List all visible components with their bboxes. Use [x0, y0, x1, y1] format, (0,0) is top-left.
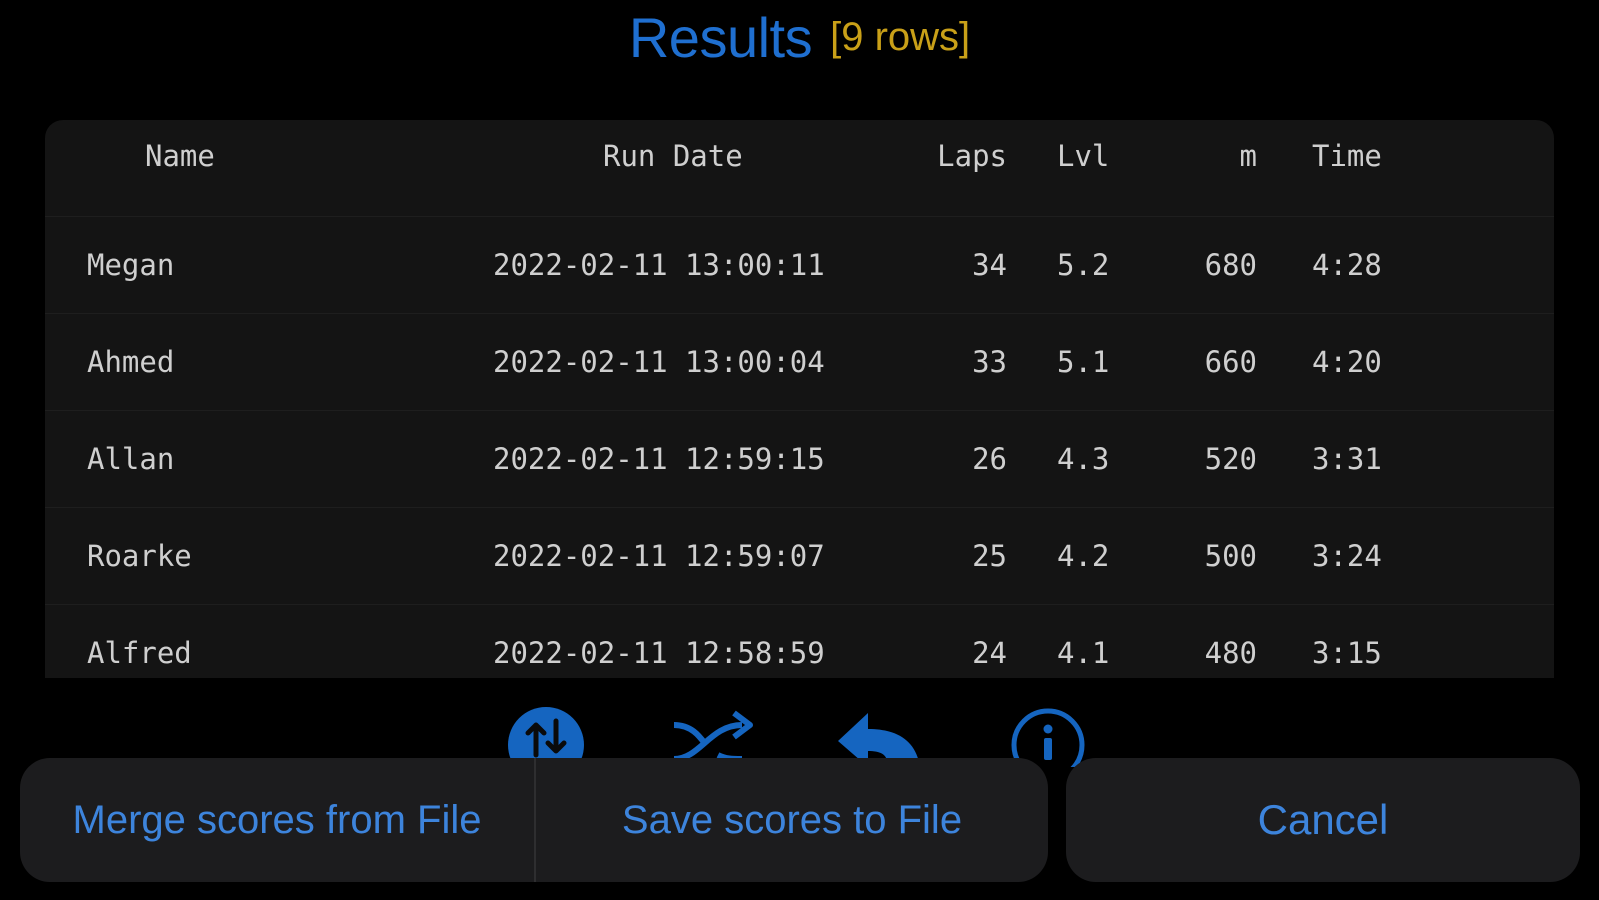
column-header-lvl[interactable]: Lvl	[1057, 120, 1109, 204]
page-title: Results	[628, 5, 813, 69]
save-scores-button[interactable]: Save scores to File	[536, 758, 1048, 882]
cancel-button[interactable]: Cancel	[1066, 758, 1580, 882]
cell-m: 500	[1204, 539, 1257, 573]
cell-run-date: 2022-02-11 13:00:11	[493, 248, 825, 282]
results-grid: Name Run Date Laps Lvl m Time Megan 2022…	[45, 120, 1554, 678]
cell-laps: 24	[972, 636, 1007, 670]
cell-run-date: 2022-02-11 12:59:15	[493, 442, 825, 476]
table-row[interactable]: Megan 2022-02-11 13:00:11 34 5.2 680 4:2…	[45, 216, 1554, 313]
cell-time: 4:28	[1312, 248, 1382, 282]
results-table[interactable]: Name Run Date Laps Lvl m Time Megan 2022…	[45, 120, 1554, 678]
cell-lvl: 5.1	[1057, 345, 1110, 379]
table-row[interactable]: Allan 2022-02-11 12:59:15 26 4.3 520 3:3…	[45, 410, 1554, 507]
cell-name: Allan	[87, 442, 175, 476]
cell-m: 680	[1204, 248, 1257, 282]
cell-name: Ahmed	[87, 345, 175, 379]
cell-laps: 25	[972, 539, 1007, 573]
table-row[interactable]: Ahmed 2022-02-11 13:00:04 33 5.1 660 4:2…	[45, 313, 1554, 410]
cell-m: 520	[1204, 442, 1257, 476]
cell-run-date: 2022-02-11 13:00:04	[493, 345, 825, 379]
column-header-time[interactable]: Time	[1312, 120, 1382, 204]
cell-name: Alfred	[87, 636, 192, 670]
cancel-sheet: Cancel	[1066, 758, 1580, 882]
cell-laps: 26	[972, 442, 1007, 476]
cell-m: 660	[1204, 345, 1257, 379]
table-row[interactable]: Roarke 2022-02-11 12:59:07 25 4.2 500 3:…	[45, 507, 1554, 604]
cell-laps: 34	[972, 248, 1007, 282]
cell-run-date: 2022-02-11 12:58:59	[493, 636, 825, 670]
cell-time: 3:31	[1312, 442, 1382, 476]
cell-run-date: 2022-02-11 12:59:07	[493, 539, 825, 573]
column-header-name[interactable]: Name	[145, 120, 215, 204]
column-header-m[interactable]: m	[1240, 120, 1257, 204]
cell-name: Roarke	[87, 539, 192, 573]
table-row[interactable]: Alfred 2022-02-11 12:58:59 24 4.1 480 3:…	[45, 604, 1554, 678]
table-header-row: Name Run Date Laps Lvl m Time	[45, 120, 1554, 216]
cell-lvl: 4.2	[1057, 539, 1110, 573]
results-header: Results [9 rows]	[0, 2, 1599, 72]
cell-name: Megan	[87, 248, 175, 282]
action-sheet-group: Merge scores from File Save scores to Fi…	[20, 758, 1048, 882]
row-count-badge: [9 rows]	[830, 14, 971, 59]
cell-time: 4:20	[1312, 345, 1382, 379]
cell-lvl: 4.3	[1057, 442, 1110, 476]
cell-time: 3:15	[1312, 636, 1382, 670]
column-header-laps[interactable]: Laps	[937, 120, 1007, 204]
merge-scores-button[interactable]: Merge scores from File	[20, 758, 536, 882]
cell-lvl: 4.1	[1057, 636, 1110, 670]
cell-lvl: 5.2	[1057, 248, 1110, 282]
cell-laps: 33	[972, 345, 1007, 379]
cell-time: 3:24	[1312, 539, 1382, 573]
cell-m: 480	[1204, 636, 1257, 670]
